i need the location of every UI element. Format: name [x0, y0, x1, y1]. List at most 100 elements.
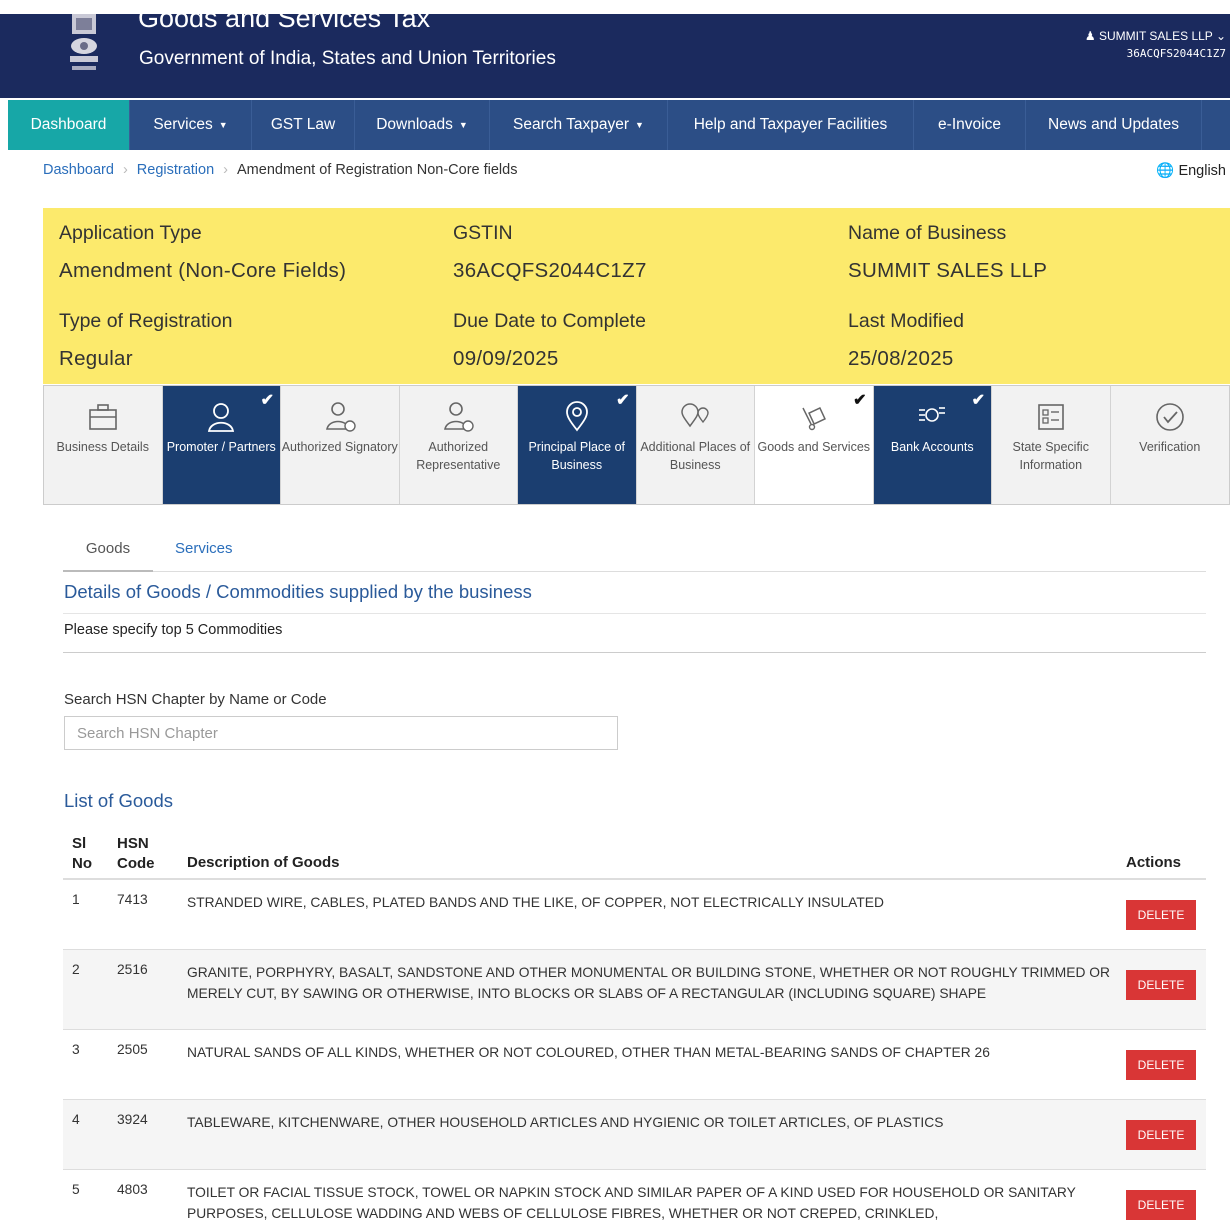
caret-down-icon: ▼	[635, 120, 644, 130]
table-row: 4 3924 TABLEWARE, KITCHENWARE, OTHER HOU…	[63, 1100, 1206, 1170]
nav-help[interactable]: Help and Taxpayer Facilities	[668, 100, 914, 150]
header-hsn: HSN Code	[117, 835, 155, 872]
header-description: Description of Goods	[187, 854, 340, 871]
check-icon: ✔	[260, 392, 274, 409]
gstin-value: 36ACQFS2044C1Z7	[453, 259, 647, 282]
nav-dashboard[interactable]: Dashboard	[8, 100, 130, 150]
delete-button[interactable]: DELETE	[1126, 900, 1196, 930]
breadcrumb-registration[interactable]: Registration	[137, 162, 214, 178]
delete-button[interactable]: DELETE	[1126, 1190, 1196, 1220]
breadcrumb-dashboard[interactable]: Dashboard	[43, 162, 114, 178]
registration-type-label: Type of Registration	[59, 310, 233, 332]
tab-goods[interactable]: Goods	[63, 540, 153, 572]
application-info-panel: Application Type Amendment (Non-Core Fie…	[43, 208, 1230, 384]
last-modified-label: Last Modified	[848, 310, 964, 332]
header-actions: Actions	[1126, 854, 1182, 871]
language-selector[interactable]: 🌐 English	[1156, 162, 1226, 179]
step-authorized-signatory[interactable]: Authorized Signatory	[281, 386, 400, 504]
divider	[63, 613, 1206, 614]
business-name-label: Name of Business	[848, 222, 1007, 244]
table-row: 2 2516 GRANITE, PORPHYRY, BASALT, SANDST…	[63, 950, 1206, 1030]
bank-icon	[919, 407, 946, 422]
tab-services[interactable]: Services	[175, 540, 233, 557]
breadcrumb-current: Amendment of Registration Non-Core field…	[237, 162, 518, 178]
row-hsn: 4803	[117, 1182, 148, 1197]
row-description: TABLEWARE, KITCHENWARE, OTHER HOUSEHOLD …	[187, 1115, 944, 1130]
row-sl: 5	[72, 1182, 80, 1197]
step-principal-place[interactable]: ✔ Principal Place of Business	[518, 386, 637, 504]
nav-services[interactable]: Services ▼	[130, 100, 252, 150]
row-sl: 2	[72, 962, 80, 977]
application-type-label: Application Type	[59, 222, 202, 244]
representative-icon	[444, 402, 474, 432]
location-pin-icon	[565, 401, 588, 432]
main-nav: Dashboard Services ▼ GST Law Downloads ▼ S…	[8, 100, 1230, 150]
caret-down-icon: ▼	[218, 120, 228, 130]
step-bank-accounts[interactable]: ✔ Bank Accounts	[873, 386, 992, 504]
row-description: NATURAL SANDS OF ALL KINDS, WHETHER OR N…	[187, 1045, 990, 1060]
nav-news[interactable]: News and Updates	[1026, 100, 1202, 150]
table-row: 1 7413 STRANDED WIRE, CABLES, PLATED BAN…	[63, 880, 1206, 950]
breadcrumb: Dashboard › Registration › Amendment of …	[43, 162, 517, 178]
check-icon: ✔	[971, 392, 985, 409]
row-hsn: 2505	[117, 1042, 148, 1057]
step-state-specific[interactable]: State Specific Information	[992, 386, 1111, 504]
last-modified-value: 25/08/2025	[848, 347, 954, 370]
info-card-icon	[1037, 404, 1064, 430]
list-title: List of Goods	[64, 790, 174, 811]
site-subtitle: Government of India, States and Union Te…	[139, 48, 556, 69]
check-icon: ✔	[616, 392, 630, 409]
nav-downloads[interactable]: Downloads ▼	[355, 100, 490, 150]
goods-table: Sl No HSN Code Description of Goods Action…	[63, 832, 1206, 1220]
row-description: GRANITE, PORPHYRY, BASALT, SANDSTONE AND…	[187, 965, 1110, 1001]
table-row: 3 2505 NATURAL SANDS OF ALL KINDS, WHETH…	[63, 1030, 1206, 1100]
site-title: Goods and Services Tax	[138, 14, 431, 33]
step-verification[interactable]: Verification	[1111, 386, 1230, 504]
row-sl: 1	[72, 892, 80, 907]
multi-location-icon	[681, 403, 709, 428]
application-type-value: Amendment (Non-Core Fields)	[59, 259, 347, 282]
search-hsn-input[interactable]	[64, 716, 618, 750]
row-description: STRANDED WIRE, CABLES, PLATED BANDS AND …	[187, 895, 884, 910]
breadcrumb-separator: ›	[223, 162, 228, 178]
delete-button[interactable]: DELETE	[1126, 970, 1196, 1000]
step-business-details[interactable]: Business Details	[44, 386, 163, 504]
globe-icon: 🌐	[1156, 163, 1175, 179]
table-row: 5 4803 TOILET OR FACIAL TISSUE STOCK, TO…	[63, 1170, 1206, 1220]
national-emblem-icon	[70, 14, 98, 70]
site-header: Goods and Services Tax Government of Ind…	[0, 14, 1230, 98]
delete-button[interactable]: DELETE	[1126, 1050, 1196, 1080]
header-sl: Sl No	[72, 835, 92, 872]
registration-steps: Business Details ✔ Promoter / Partners A…	[43, 385, 1230, 505]
user-gstin: 36ACQFS2044C1Z7	[1126, 47, 1226, 60]
chevron-down-icon: ⌄	[1215, 29, 1226, 43]
divider	[63, 652, 1206, 653]
instruction-note: Please specify top 5 Commodities	[64, 622, 283, 638]
user-menu[interactable]: ♟ SUMMIT SALES LLP ⌄ 36ACQFS2044C1Z7	[1085, 28, 1226, 62]
due-date-value: 09/09/2025	[453, 347, 559, 370]
verify-check-icon	[1155, 403, 1184, 431]
delete-button[interactable]: DELETE	[1126, 1120, 1196, 1150]
nav-gst-law[interactable]: GST Law	[252, 100, 355, 150]
row-sl: 4	[72, 1112, 80, 1127]
business-name-value: SUMMIT SALES LLP	[848, 259, 1048, 282]
row-hsn: 3924	[117, 1112, 148, 1127]
caret-down-icon: ▼	[458, 120, 468, 130]
row-description: TOILET OR FACIAL TISSUE STOCK, TOWEL OR …	[187, 1185, 1076, 1220]
user-icon: ♟	[1084, 29, 1096, 43]
gstin-label: GSTIN	[453, 222, 513, 244]
table-header: Sl No HSN Code Description of Goods Action…	[63, 832, 1206, 880]
check-icon: ✔	[853, 392, 867, 409]
goods-services-tabs: Goods Services	[63, 530, 1206, 572]
nav-filler	[1202, 100, 1230, 150]
search-label: Search HSN Chapter by Name or Code	[64, 691, 327, 708]
signatory-icon	[325, 402, 356, 432]
step-goods-services[interactable]: ✔ Goods and Services	[755, 386, 874, 504]
nav-e-invoice[interactable]: e-Invoice	[914, 100, 1026, 150]
registration-type-value: Regular	[59, 347, 133, 370]
step-additional-places[interactable]: Additional Places of Business	[637, 386, 755, 504]
step-authorized-representative[interactable]: Authorized Representative	[400, 386, 518, 504]
step-promoter-partners[interactable]: ✔ Promoter / Partners	[162, 386, 281, 504]
nav-search-taxpayer[interactable]: Search Taxpayer ▼	[490, 100, 668, 150]
breadcrumb-separator: ›	[122, 162, 128, 178]
